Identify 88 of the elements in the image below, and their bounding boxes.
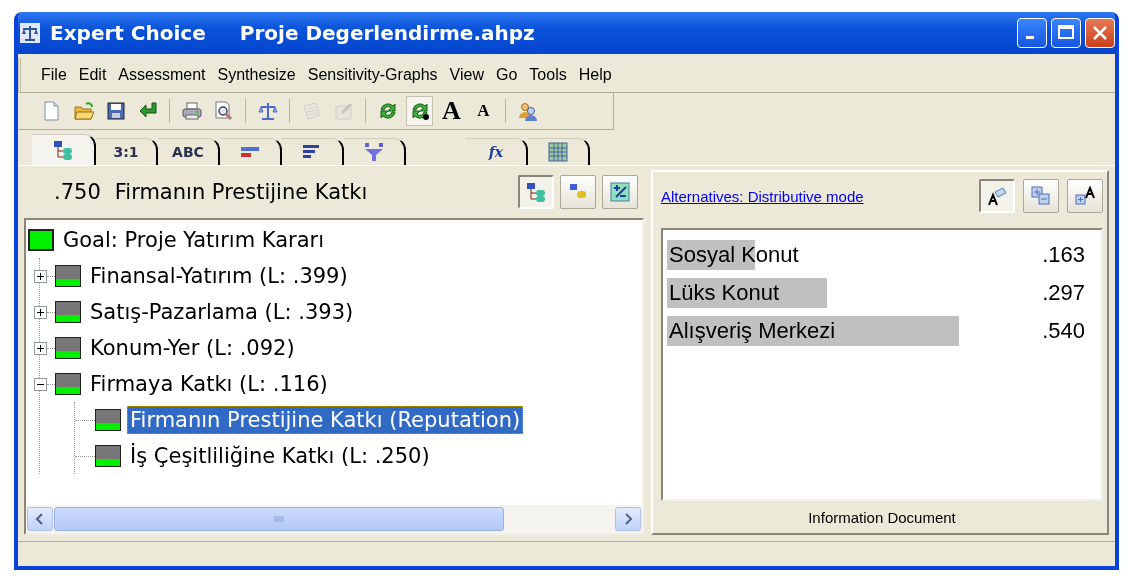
priority-box-icon xyxy=(95,445,121,467)
menu-item[interactable]: Tools xyxy=(529,66,567,84)
toolbar-button[interactable]: A xyxy=(438,96,465,126)
grid-sheet-icon xyxy=(301,101,322,121)
node-title: Firmanın Prestijine Katkı xyxy=(114,180,368,204)
toolbar-button[interactable] xyxy=(406,96,433,126)
tree-node[interactable]: Firmaya Katkı (L: .116) xyxy=(87,370,331,398)
refresh-icon xyxy=(377,101,398,121)
tree-node[interactable]: Firmanın Prestijine Katkı (Reputation) xyxy=(127,406,524,434)
tree-node[interactable]: İş Çeşitliliğine Katkı (L: .250) xyxy=(127,442,433,470)
document-name: Proje Degerlendirme.ahpz xyxy=(239,21,535,45)
plus-icon xyxy=(36,307,45,317)
menu-item[interactable]: Synthesize xyxy=(217,66,296,84)
funnel-icon xyxy=(364,142,384,162)
view-button[interactable] xyxy=(602,175,638,209)
menu-item[interactable]: File xyxy=(41,66,67,84)
balance-scale-icon xyxy=(257,101,278,121)
panel-button[interactable] xyxy=(979,179,1015,213)
grid-icon xyxy=(548,142,568,162)
window-title: Expert Choice xyxy=(50,21,206,45)
priority-value: .540 xyxy=(1041,318,1085,344)
menu-item[interactable]: Assessment xyxy=(118,66,206,84)
expand-toggle[interactable] xyxy=(34,341,47,355)
plus-icon xyxy=(36,343,45,353)
alternative-name: Sosyal Konut xyxy=(667,240,799,270)
view-tab[interactable] xyxy=(344,138,406,165)
view-tab[interactable] xyxy=(282,138,344,165)
menu-item[interactable]: Sensitivity-Graphs xyxy=(307,66,438,84)
scroll-left-button[interactable] xyxy=(27,507,53,531)
priority-box-icon xyxy=(55,265,81,287)
hierarchy-icon xyxy=(53,140,73,160)
plus-letter-icon xyxy=(1075,186,1095,206)
menu-item[interactable]: Edit xyxy=(78,66,107,84)
view-tab[interactable]: 3:1 xyxy=(96,138,158,165)
close-button[interactable] xyxy=(1085,18,1115,48)
tree-node[interactable]: Finansal-Yatırım (L: .399) xyxy=(87,262,351,290)
hierarchy-icon xyxy=(526,182,546,202)
scroll-right-button[interactable] xyxy=(615,507,641,531)
right-chevron-icon xyxy=(623,513,633,525)
expand-toggle[interactable] xyxy=(34,269,47,283)
scroll-thumb[interactable] xyxy=(54,507,504,531)
expand-toggle[interactable] xyxy=(34,305,47,319)
view-tab[interactable]: fx xyxy=(466,138,528,165)
balance-scale-icon xyxy=(20,23,40,43)
tree-node[interactable]: Goal: Proje Yatırım Kararı xyxy=(60,226,328,254)
tree-node[interactable]: Konum-Yer (L: .092) xyxy=(87,334,298,362)
info-document-label: Information Document xyxy=(807,507,957,528)
minimize-icon xyxy=(1026,36,1034,39)
priority-box-icon xyxy=(55,301,81,323)
priority-value: .297 xyxy=(1041,280,1085,306)
plus-minus-boxes-icon xyxy=(1031,186,1051,206)
view-button[interactable] xyxy=(560,175,596,209)
plus-icon xyxy=(36,271,45,281)
plus-minus-icon xyxy=(610,182,630,202)
node-priority: .750 xyxy=(54,180,101,204)
priority-box-icon xyxy=(28,229,54,251)
view-button[interactable] xyxy=(518,175,554,209)
magnifier-page-icon xyxy=(213,101,234,121)
refresh-icon xyxy=(409,101,430,121)
menu-item[interactable]: View xyxy=(449,66,484,84)
view-tab[interactable] xyxy=(32,134,96,165)
file-icon xyxy=(41,101,62,121)
alternative-name: Lüks Konut xyxy=(667,278,828,308)
tree-node[interactable]: Satış-Pazarlama (L: .393) xyxy=(87,298,357,326)
folder-icon xyxy=(73,101,94,121)
users-icon xyxy=(517,101,538,121)
menu-item[interactable]: Help xyxy=(578,66,612,84)
close-icon xyxy=(1092,25,1108,41)
menu-item[interactable]: Go xyxy=(496,66,518,84)
collapse-toggle[interactable] xyxy=(34,377,47,391)
maximize-button[interactable] xyxy=(1051,18,1081,48)
priority-value: .163 xyxy=(1041,242,1085,268)
priority-box-icon xyxy=(95,409,121,431)
toolbar-button[interactable]: A xyxy=(470,96,497,126)
priority-box-icon xyxy=(55,373,81,395)
alternative-name: Alışveriş Merkezi xyxy=(667,316,959,346)
minimize-button[interactable] xyxy=(1017,18,1047,48)
priority-box-icon xyxy=(55,337,81,359)
view-tab[interactable]: ABC xyxy=(158,138,220,165)
view-tab[interactable] xyxy=(220,138,282,165)
printer-icon xyxy=(181,101,202,121)
maximize-icon xyxy=(1058,25,1074,39)
panel-button[interactable] xyxy=(1067,179,1103,213)
left-chevron-icon xyxy=(35,513,45,525)
pencil-box-icon xyxy=(333,101,354,121)
note-letter-icon xyxy=(987,186,1007,206)
mode-link[interactable]: Alternatives: Distributive mode xyxy=(661,187,864,205)
view-tab[interactable] xyxy=(528,138,590,165)
